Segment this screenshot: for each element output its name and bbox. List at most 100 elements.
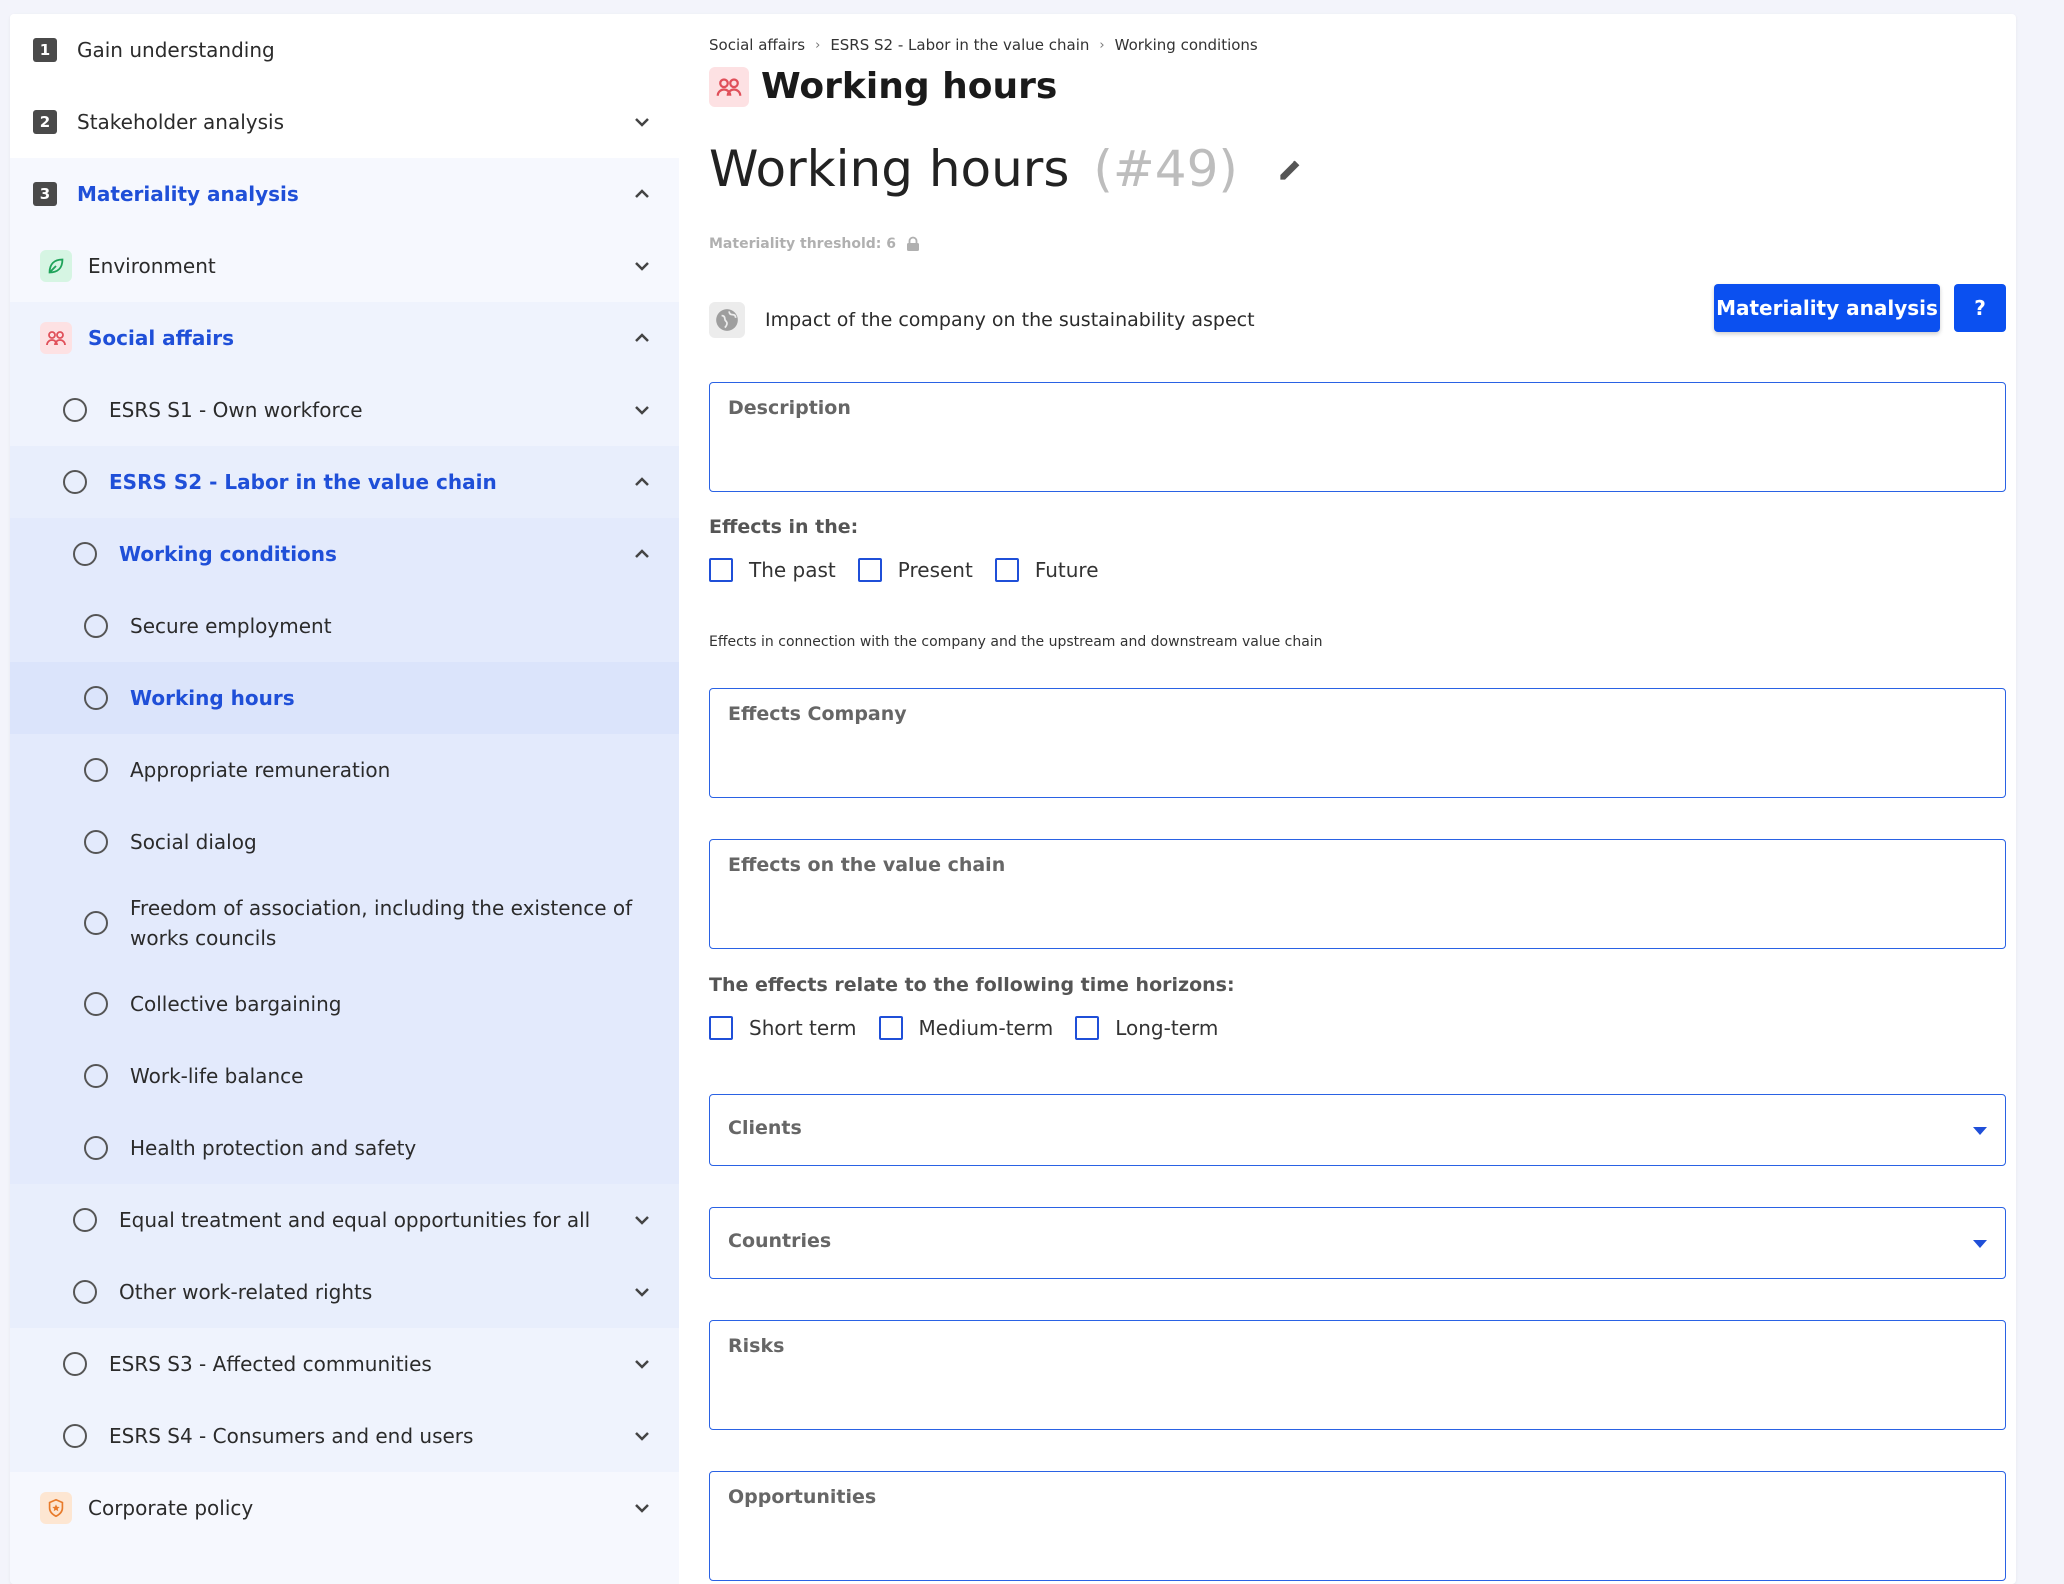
chevron-down-icon[interactable] (630, 1424, 654, 1448)
field-label: Opportunities (728, 1486, 877, 1508)
sidebar-standard-s3[interactable]: ESRS S3 - Affected communities (10, 1328, 679, 1400)
help-button[interactable]: ? (1954, 284, 2006, 332)
checkbox-the-past[interactable]: The past (709, 558, 836, 582)
sidebar-subtopic-social-dialog[interactable]: Social dialog (10, 806, 679, 878)
sidebar-item-label: Social dialog (130, 830, 257, 854)
breadcrumb-item[interactable]: Social affairs (709, 36, 805, 54)
sidebar-item-label: Equal treatment and equal opportunities … (119, 1208, 591, 1232)
effects-in-label: Effects in the: (709, 516, 859, 538)
sidebar-topic-other-rights[interactable]: Other work-related rights (10, 1256, 679, 1328)
effects-value-chain-field[interactable]: Effects on the value chain (709, 839, 2006, 949)
chevron-down-icon[interactable] (630, 1352, 654, 1376)
sidebar-item-label: Secure employment (130, 614, 332, 638)
status-radio-icon (84, 830, 108, 854)
sidebar-topic-working-conditions[interactable]: Working conditions (10, 518, 679, 590)
checkbox-box[interactable] (709, 1016, 733, 1040)
breadcrumb: Social affairs › ESRS S2 - Labor in the … (709, 36, 1258, 54)
sidebar-step-materiality-analysis[interactable]: 3 Materiality analysis (10, 158, 679, 230)
sidebar-standard-s2[interactable]: ESRS S2 - Labor in the value chain (10, 446, 679, 518)
chevron-down-icon[interactable] (630, 1208, 654, 1232)
sidebar-subtopic-collective-bargaining[interactable]: Collective bargaining (10, 968, 679, 1040)
sidebar-bottom-spacer (10, 1544, 679, 1584)
checkbox-label: Medium-term (918, 1016, 1054, 1040)
breadcrumb-item[interactable]: ESRS S2 - Labor in the value chain (830, 36, 1089, 54)
sidebar-subtopic-health-protection[interactable]: Health protection and safety (10, 1112, 679, 1184)
sidebar-category-environment[interactable]: Environment (10, 230, 679, 302)
chevron-down-icon[interactable] (630, 1280, 654, 1304)
sidebar-subtopic-work-life-balance[interactable]: Work-life balance (10, 1040, 679, 1112)
status-radio-icon (63, 398, 87, 422)
checkbox-label: Future (1034, 558, 1099, 582)
checkbox-label: Present (897, 558, 973, 582)
checkbox-box[interactable] (994, 558, 1019, 582)
sidebar-step-stakeholder-analysis[interactable]: 2 Stakeholder analysis (10, 86, 679, 158)
clients-select[interactable]: Clients (709, 1094, 2006, 1166)
materiality-threshold: Materiality threshold: 6 (709, 236, 920, 252)
sidebar-category-corporate-policy[interactable]: Corporate policy (10, 1472, 679, 1544)
sidebar-topic-equal-treatment[interactable]: Equal treatment and equal opportunities … (10, 1184, 679, 1256)
caret-down-icon[interactable] (1973, 1240, 1987, 1248)
chevron-down-icon[interactable] (630, 398, 654, 422)
step-number-badge: 2 (33, 110, 57, 134)
description-field[interactable]: Description (709, 382, 2006, 492)
opportunities-field[interactable]: Opportunities (709, 1471, 2006, 1581)
people-icon (709, 66, 749, 107)
pencil-icon[interactable] (1276, 154, 1306, 184)
checkbox-future[interactable]: Future (994, 558, 1099, 582)
sidebar-item-label: Freedom of association, including the ex… (130, 896, 633, 950)
effects-company-field[interactable]: Effects Company (709, 688, 2006, 798)
field-label: Clients (728, 1117, 802, 1139)
chevron-right-icon: › (815, 37, 821, 53)
breadcrumb-item[interactable]: Working conditions (1115, 36, 1258, 54)
chevron-down-icon[interactable] (630, 1496, 654, 1520)
chevron-up-icon[interactable] (630, 182, 654, 206)
status-radio-icon (84, 614, 108, 638)
field-label: Risks (728, 1335, 785, 1357)
checkbox-box[interactable] (1075, 1016, 1100, 1040)
effects-note: Effects in connection with the company a… (709, 634, 1323, 650)
sidebar-subtopic-working-hours[interactable]: Working hours (10, 662, 679, 734)
checkbox-box[interactable] (878, 1016, 903, 1040)
main-content: Social affairs › ESRS S2 - Labor in the … (699, 14, 2006, 1584)
sidebar-step-gain-understanding[interactable]: 1 Gain understanding (10, 14, 679, 86)
sidebar-standard-s1[interactable]: ESRS S1 - Own workforce (10, 374, 679, 446)
materiality-analysis-button[interactable]: Materiality analysis (1714, 284, 1940, 332)
status-radio-icon (84, 1136, 108, 1160)
checkbox-box[interactable] (857, 558, 882, 582)
sidebar-item-label: Health protection and safety (130, 1136, 417, 1160)
caret-down-icon[interactable] (1973, 1127, 1987, 1135)
sidebar-item-label: Materiality analysis (77, 182, 299, 206)
countries-select[interactable]: Countries (709, 1207, 2006, 1279)
checkbox-label: The past (749, 558, 836, 582)
sidebar-category-social-affairs[interactable]: Social affairs (10, 302, 679, 374)
chevron-down-icon[interactable] (630, 110, 654, 134)
sidebar-item-label: Collective bargaining (130, 992, 342, 1016)
sidebar-standard-s4[interactable]: ESRS S4 - Consumers and end users (10, 1400, 679, 1472)
sidebar-item-label: ESRS S2 - Labor in the value chain (109, 470, 497, 494)
checkbox-present[interactable]: Present (857, 558, 973, 582)
chevron-down-icon[interactable] (630, 254, 654, 278)
shield-icon (40, 1492, 72, 1524)
sidebar-subtopic-appropriate-remuneration[interactable]: Appropriate remuneration (10, 734, 679, 806)
checkbox-medium-term[interactable]: Medium-term (878, 1016, 1054, 1040)
checkbox-short-term[interactable]: Short term (709, 1016, 857, 1040)
sidebar-item-label: Work-life balance (130, 1064, 304, 1088)
chevron-up-icon[interactable] (630, 542, 654, 566)
status-radio-icon (63, 470, 87, 494)
checkbox-long-term[interactable]: Long-term (1075, 1016, 1218, 1040)
sidebar-subtopic-secure-employment[interactable]: Secure employment (10, 590, 679, 662)
chevron-up-icon[interactable] (630, 326, 654, 350)
checkbox-box[interactable] (709, 558, 733, 582)
status-radio-icon (84, 758, 108, 782)
app-card: 1 Gain understanding 2 Stakeholder analy… (10, 14, 2016, 1584)
sidebar-item-label: Appropriate remuneration (130, 758, 391, 782)
sidebar-item-label: Corporate policy (88, 1496, 254, 1520)
sidebar: 1 Gain understanding 2 Stakeholder analy… (10, 14, 679, 1584)
threshold-label: Materiality threshold: 6 (709, 236, 897, 252)
risks-field[interactable]: Risks (709, 1320, 2006, 1430)
chevron-up-icon[interactable] (630, 470, 654, 494)
status-radio-icon (63, 1424, 87, 1448)
sidebar-subtopic-freedom-of-association[interactable]: Freedom of association, including the ex… (10, 878, 679, 968)
sidebar-item-label: ESRS S3 - Affected communities (109, 1352, 432, 1376)
leaf-icon (40, 250, 72, 282)
